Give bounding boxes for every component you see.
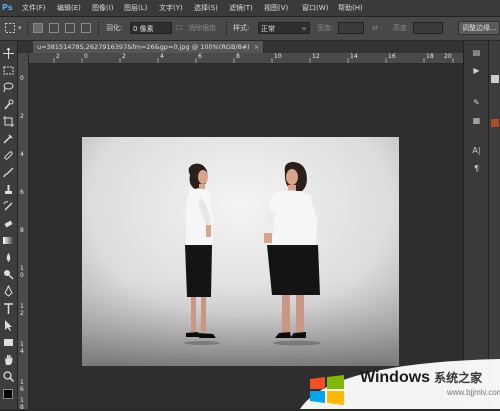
style-label: 样式: [233, 24, 250, 32]
ruler-tick-label: 8 [236, 53, 240, 60]
eraser-tool-icon[interactable] [2, 217, 15, 230]
ruler-tick-label: 4 [160, 53, 164, 60]
type-tool-icon[interactable] [2, 302, 15, 315]
document-tab[interactable]: u=381514785,2627916397&fm=26&gp=0.jpg @ … [33, 41, 265, 53]
menu-image[interactable]: 图像(I) [92, 0, 114, 16]
blur-tool-icon[interactable] [2, 251, 15, 264]
ruler-tick-label: 6 [20, 189, 24, 196]
subtract-selection-icon[interactable] [65, 23, 75, 33]
divider [98, 21, 99, 36]
ruler-tick-label: 4 [20, 151, 24, 158]
menu-file[interactable]: 文件(F) [22, 0, 46, 16]
lasso-tool-icon[interactable] [2, 81, 15, 94]
actions-panel-icon[interactable]: ▶ [469, 63, 484, 78]
antialias-checkbox[interactable]: ☐ [176, 17, 182, 40]
watermark-brand: Windows 系统之家 [360, 369, 482, 387]
ruler-tick-label: 8 [20, 227, 24, 234]
crop-tool-icon[interactable] [2, 115, 15, 128]
intersect-selection-icon[interactable] [81, 23, 91, 33]
ruler-tick-label: 1 0 [20, 265, 24, 279]
history-panel-icon[interactable]: ▤ [469, 45, 484, 60]
refine-edge-button[interactable]: 调整边缘... [458, 21, 500, 35]
ruler-tick-label: 12 [312, 53, 320, 60]
ruler-tick-label: 14 [350, 53, 358, 60]
brush-panel-icon[interactable]: ✎ [469, 95, 484, 110]
feather-input[interactable]: 0 像素 [130, 22, 172, 34]
width-input[interactable] [338, 22, 364, 34]
ruler-tick-label: 0 [20, 75, 24, 82]
close-icon[interactable]: × [254, 43, 259, 51]
color-panel-icon[interactable] [491, 75, 499, 83]
options-bar: ▾ 羽化: 0 像素 ☐ 消除锯齿 样式: 正常 ÷ 宽度: ⇄ 高度: 调整边… [0, 17, 500, 41]
clone-stamp-tool-icon[interactable] [2, 183, 15, 196]
watermark-url: www.bjjmlv.com [447, 388, 500, 397]
rectangle-tool-icon[interactable] [2, 336, 15, 349]
ruler-tick-label: 1 6 [20, 379, 24, 393]
menu-select[interactable]: 选择(S) [194, 0, 218, 16]
gradient-tool-icon[interactable] [2, 234, 15, 247]
height-label: 高度: [393, 24, 410, 32]
ruler-tick-label: 10 [274, 53, 282, 60]
height-input[interactable] [413, 22, 443, 34]
menu-layer[interactable]: 图层(L) [124, 0, 147, 16]
ruler-tick-label: 1 4 [20, 341, 24, 355]
divider [27, 21, 28, 36]
dodge-tool-icon[interactable] [2, 268, 15, 281]
vertical-ruler[interactable]: 0 2 4 6 8 1 0 1 2 1 4 1 6 1 8 [18, 53, 29, 411]
healing-brush-tool-icon[interactable] [2, 149, 15, 162]
brush-tool-icon[interactable] [2, 166, 15, 179]
ruler-tick-label: 16 [388, 53, 396, 60]
document-tab-bar: u=381514785,2627916397&fm=26&gp=0.jpg @ … [18, 41, 463, 53]
quick-selection-tool-icon[interactable] [2, 98, 15, 111]
zoom-tool-icon[interactable] [2, 370, 15, 383]
style-select[interactable]: 正常 ÷ [258, 22, 310, 34]
marquee-preset-icon[interactable] [4, 22, 16, 34]
ruler-tick-label: 0 [84, 53, 88, 60]
history-brush-tool-icon[interactable] [2, 200, 15, 213]
menu-window[interactable]: 窗口(W) [302, 0, 328, 16]
marquee-tool-icon[interactable] [2, 64, 15, 77]
new-selection-icon[interactable] [33, 23, 43, 33]
move-tool-icon[interactable] [2, 47, 15, 60]
watermark-brand-cn: 系统之家 [434, 371, 483, 385]
ruler-tick-label: 20 [444, 53, 452, 60]
app-logo: Ps [2, 3, 13, 12]
ruler-tick-label: 6 [198, 53, 202, 60]
chevron-down-icon: ÷ [301, 25, 307, 33]
menu-view[interactable]: 视图(V) [264, 0, 288, 16]
divider [226, 21, 227, 36]
menu-type[interactable]: 文字(Y) [159, 0, 183, 16]
path-selection-tool-icon[interactable] [2, 319, 15, 332]
watermark-brand-en: Windows [360, 369, 431, 386]
document-tab-title: u=381514785,2627916397&fm=26&gp=0.jpg @ … [37, 43, 250, 51]
style-select-value: 正常 [261, 25, 275, 33]
foreground-color-swatch[interactable] [3, 389, 13, 399]
preset-dropdown-icon[interactable]: ▾ [18, 17, 22, 40]
ruler-tick-label: 2 [20, 113, 24, 120]
add-selection-icon[interactable] [49, 23, 59, 33]
document-image[interactable] [82, 137, 399, 366]
paragraph-panel-icon[interactable]: ¶ [469, 161, 484, 176]
clone-source-icon[interactable]: ▦ [469, 113, 484, 128]
ruler-tick-label: 2 [56, 53, 60, 60]
hand-tool-icon[interactable] [2, 353, 15, 366]
ruler-tick-label: 2 [122, 53, 126, 60]
tools-panel [0, 41, 18, 409]
antialias-label: 消除锯齿 [188, 24, 216, 32]
swatches-panel-icon[interactable] [491, 119, 499, 127]
eyedropper-tool-icon[interactable] [2, 132, 15, 145]
menu-help[interactable]: 帮助(H) [338, 0, 363, 16]
character-panel-icon[interactable]: A| [469, 143, 484, 158]
width-label: 宽度: [317, 24, 334, 32]
menu-edit[interactable]: 编辑(E) [57, 0, 81, 16]
menu-filter[interactable]: 滤镜(T) [229, 0, 253, 16]
menu-bar: Ps 文件(F) 编辑(E) 图像(I) 图层(L) 文字(Y) 选择(S) 滤… [0, 0, 500, 17]
swap-dimensions-icon[interactable]: ⇄ [372, 17, 378, 40]
ruler-tick-label: 18 [426, 53, 434, 60]
pen-tool-icon[interactable] [2, 285, 15, 298]
horizontal-ruler[interactable]: 2 0 2 4 6 8 10 12 14 16 18 20 [28, 53, 463, 64]
feather-label: 羽化: [106, 24, 123, 32]
ruler-tick-label: 1 2 [20, 303, 24, 317]
